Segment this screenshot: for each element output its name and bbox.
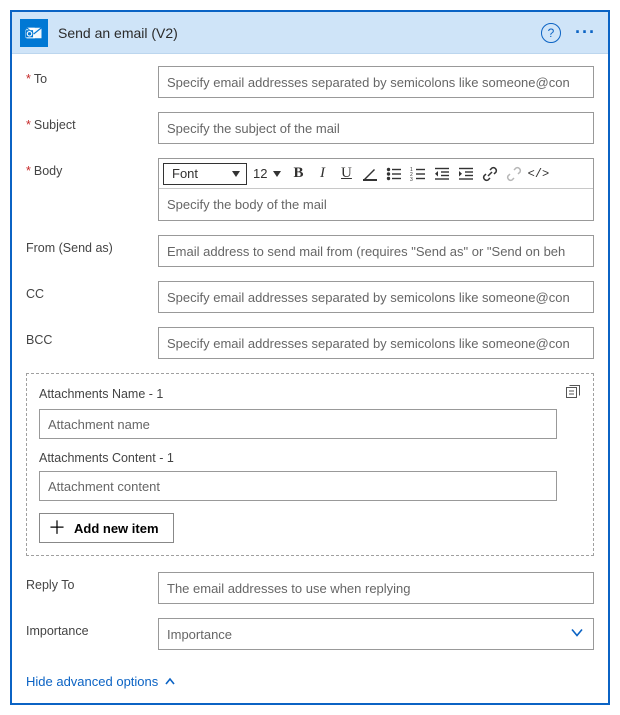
outdent-button[interactable] [431,163,453,185]
importance-select[interactable]: Importance [158,618,594,650]
action-card: Send an email (V2) ? ··· To Subject Body… [10,10,610,705]
card-title: Send an email (V2) [58,25,541,41]
attachment-content-label: Attachments Content - 1 [39,451,174,465]
numbered-list-button[interactable]: 123 [407,163,429,185]
to-input[interactable] [158,66,594,98]
card-header: Send an email (V2) ? ··· [12,12,608,54]
font-family-select[interactable]: Font [163,163,247,185]
chevron-up-icon [164,676,176,688]
attachment-name-label: Attachments Name - 1 [39,387,163,401]
rich-text-toolbar: Font 12 B I U 123 [159,159,593,189]
body-input[interactable]: Specify the body of the mail [159,189,593,220]
reply-to-input[interactable] [158,572,594,604]
to-label: To [26,66,158,86]
underline-button[interactable]: U [335,163,357,185]
from-label: From (Send as) [26,235,158,255]
bold-button[interactable]: B [287,163,309,185]
indent-button[interactable] [455,163,477,185]
svg-text:3: 3 [410,177,413,182]
attachments-group: Attachments Name - 1 Attachments Content… [26,373,594,556]
hide-advanced-options-link[interactable]: Hide advanced options [26,674,176,689]
subject-input[interactable] [158,112,594,144]
bcc-label: BCC [26,327,158,347]
subject-label: Subject [26,112,158,132]
reply-to-label: Reply To [26,572,158,592]
body-label: Body [26,158,158,178]
bulleted-list-button[interactable] [383,163,405,185]
outlook-icon [20,19,48,47]
unlink-button [503,163,525,185]
code-view-button[interactable]: </> [527,163,549,185]
more-icon[interactable]: ··· [571,22,600,43]
cc-label: CC [26,281,158,301]
attachment-name-input[interactable] [39,409,557,439]
help-icon[interactable]: ? [541,23,561,43]
card-body: To Subject Body Font 12 B I U [12,54,608,703]
from-input[interactable] [158,235,594,267]
font-size-select[interactable]: 12 [249,163,285,185]
color-button[interactable] [359,163,381,185]
plus-icon: ＋ [48,519,66,537]
add-new-item-button[interactable]: ＋ Add new item [39,513,174,543]
switch-to-array-icon[interactable] [565,384,581,403]
cc-input[interactable] [158,281,594,313]
rich-text-editor: Font 12 B I U 123 [158,158,594,221]
bcc-input[interactable] [158,327,594,359]
link-button[interactable] [479,163,501,185]
attachment-content-input[interactable] [39,471,557,501]
italic-button[interactable]: I [311,163,333,185]
importance-label: Importance [26,618,158,638]
